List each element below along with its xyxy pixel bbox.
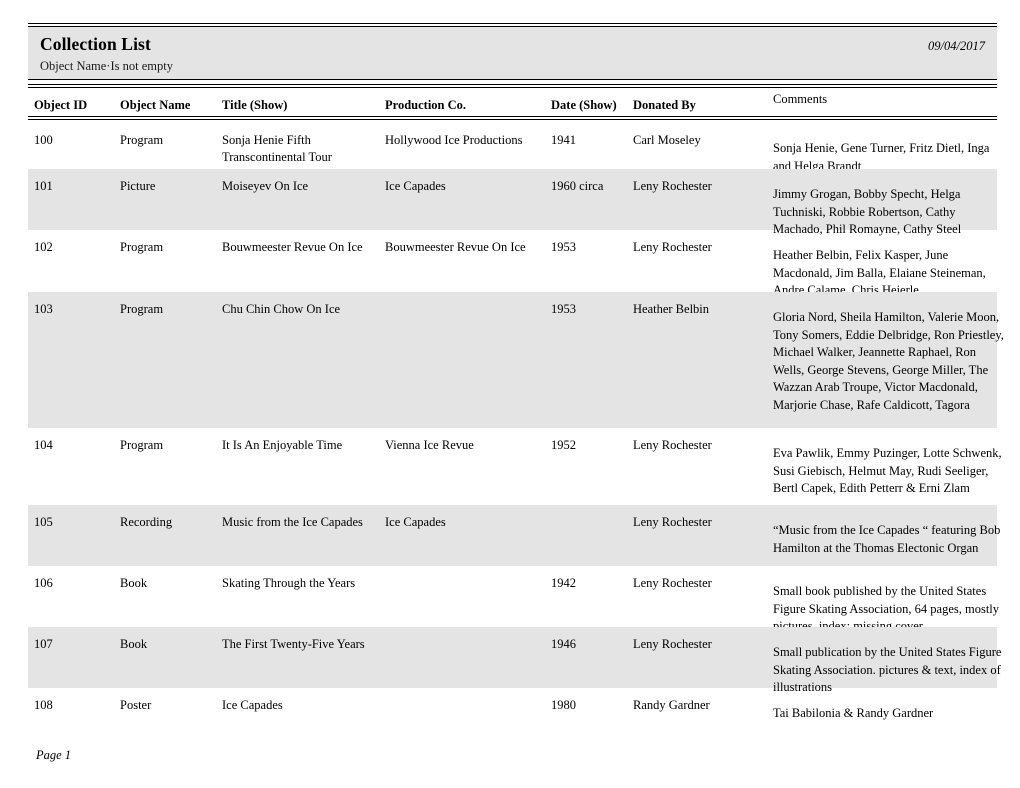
table-cell-date-show: 1953 <box>551 302 576 316</box>
page-title: Collection List <box>40 34 151 54</box>
table-cell-object-id: 105 <box>34 515 53 529</box>
table-cell-title-show: Chu Chin Chow On Ice <box>222 302 341 316</box>
table-cell-title-show: Sonja Henie Fifth Transcontinental Tour <box>222 133 332 165</box>
table-cell-object-name: Book <box>120 576 148 590</box>
table-cell-object-name: Recording <box>120 515 173 529</box>
table-cell-donated-by: Leny Rochester <box>633 515 712 529</box>
table-cell-donated-by: Heather Belbin <box>633 302 710 316</box>
report-header-inner: Collection List Object Name·Is not empty… <box>28 27 997 79</box>
report-page: Collection List Object Name·Is not empty… <box>0 0 1020 788</box>
table-cell-production-co: Hollywood Ice Productions <box>385 133 523 147</box>
table-cell-title-show: It Is An Enjoyable Time <box>222 438 343 452</box>
table-cell-donated-by: Carl Moseley <box>633 133 701 147</box>
table-cell-date-show: 1960 circa <box>551 179 604 193</box>
table-cell-title-show: Skating Through the Years <box>222 576 356 590</box>
table-cell-title-show: Bouwmeester Revue On Ice <box>222 240 363 254</box>
table-cell-date-show: 1941 <box>551 133 576 147</box>
table-cell-production-co: Ice Capades <box>385 179 446 193</box>
table-cell-object-name: Program <box>120 438 164 452</box>
table-row: 105 Recording Music from the Ice Capades Ic… <box>28 505 1000 566</box>
table-row: 107 Book The First Twenty-Five Years 1946 Le… <box>28 627 1001 694</box>
table-cell-object-id: 108 <box>34 698 53 712</box>
column-header-object-id: Object ID <box>34 98 88 112</box>
table-cell-production-co: Ice Capades <box>385 515 446 529</box>
table-cell-date-show: 1953 <box>551 240 576 254</box>
table-cell-object-name: Book <box>120 637 148 651</box>
table-row: 101 Picture Moiseyev On Ice Ice Capades 1960… <box>28 169 997 236</box>
rule-under-header <box>28 84 997 88</box>
table-cell-comments: “Music from the Ice Capades “ featuring … <box>773 523 1001 555</box>
table-cell-object-id: 104 <box>34 438 53 452</box>
column-header-comments: Comments <box>773 92 828 106</box>
table-cell-object-name: Program <box>120 240 164 254</box>
table-body: 100 Program Sonja Henie Fifth Transcontine… <box>28 123 1004 730</box>
table-cell-donated-by: Leny Rochester <box>633 438 712 452</box>
table-column-headers: Object ID Object Name Title (Show) Produ… <box>28 92 997 116</box>
table-cell-title-show: Music from the Ice Capades <box>222 515 363 529</box>
table-cell-title-show: The First Twenty-Five Years <box>222 637 365 651</box>
table-cell-object-id: 102 <box>34 240 53 254</box>
table-cell-production-co: Bouwmeester Revue On Ice <box>385 240 526 254</box>
column-header-date-show: Date (Show) <box>551 98 617 112</box>
table-cell-object-name: Program <box>120 133 164 147</box>
table-cell-title-show: Ice Capades <box>222 698 283 712</box>
table-cell-object-id: 103 <box>34 302 53 316</box>
table-cell-donated-by: Leny Rochester <box>633 637 712 651</box>
column-header-title-show: Title (Show) <box>222 98 288 112</box>
column-header-object-name: Object Name <box>120 98 191 112</box>
table-row: 100 Program Sonja Henie Fifth Transcontine… <box>28 123 997 173</box>
table-cell-title-show: Moiseyev On Ice <box>222 179 309 193</box>
table-row: 102 Program Bouwmeester Revue On Ice Bouwme… <box>28 230 997 297</box>
table-cell-object-name: Program <box>120 302 164 316</box>
table-cell-comments: Eva Pawlik, Emmy Puzinger, Lotte Schwenk… <box>773 446 1002 496</box>
table-cell-date-show: 1980 <box>551 698 576 712</box>
table-cell-donated-by: Leny Rochester <box>633 179 712 193</box>
table-cell-comments: Gloria Nord, Sheila Hamilton, Valerie Mo… <box>773 310 1004 412</box>
table-cell-donated-by: Leny Rochester <box>633 576 712 590</box>
rule-under-column-headers <box>28 116 997 120</box>
page-footer: Page 1 <box>36 748 72 762</box>
column-header-donated-by: Donated By <box>633 98 696 112</box>
table-cell-production-co: Vienna Ice Revue <box>385 438 474 452</box>
table-cell-date-show: 1946 <box>551 637 576 651</box>
table-cell-object-name: Poster <box>120 698 152 712</box>
table-cell-object-id: 107 <box>34 637 53 651</box>
column-header-production-co: Production Co. <box>385 98 467 112</box>
table-row: 108 Poster Ice Capades 1980 Randy Gardner Tai… <box>28 688 997 730</box>
table-cell-date-show: 1942 <box>551 576 576 590</box>
table-cell-date-show: 1952 <box>551 438 576 452</box>
table-row: 106 Book Skating Through the Years 1942 Leny… <box>28 566 999 633</box>
report-date: 09/04/2017 <box>928 39 985 53</box>
table-row: 104 Program It Is An Enjoyable Time Vienna … <box>28 428 1002 505</box>
table-cell-comments: Tai Babilonia & Randy Gardner <box>773 706 934 720</box>
table-cell-donated-by: Randy Gardner <box>633 698 710 712</box>
table-cell-object-id: 101 <box>34 179 53 193</box>
report-header-band: Collection List Object Name·Is not empty… <box>28 23 997 80</box>
report-filter-criteria: Object Name·Is not empty <box>40 59 173 74</box>
table-cell-object-name: Picture <box>120 179 156 193</box>
table-cell-donated-by: Leny Rochester <box>633 240 712 254</box>
table-cell-object-id: 106 <box>34 576 53 590</box>
table-row: 103 Program Chu Chin Chow On Ice 1953 Heathe… <box>28 292 1004 428</box>
table-cell-object-id: 100 <box>34 133 53 147</box>
